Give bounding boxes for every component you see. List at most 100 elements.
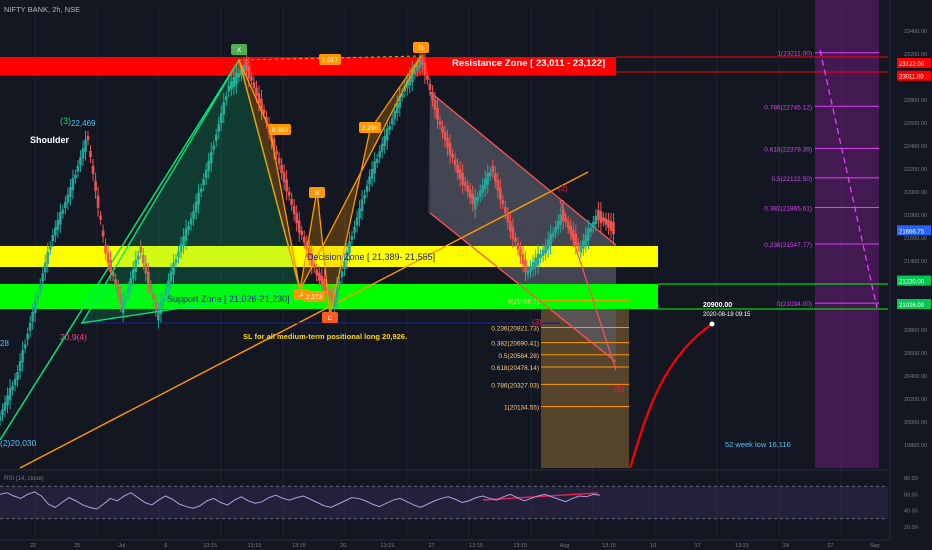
candle-body [59, 212, 62, 225]
candle-body [48, 245, 52, 250]
candle-body [89, 150, 92, 157]
candle-body [64, 202, 67, 209]
candle-body [428, 83, 432, 90]
fib-low-label: 1(20134.55) [504, 405, 539, 412]
candle-body [584, 234, 588, 245]
ratio-ab: 0.383 [272, 127, 289, 134]
candle-body [99, 215, 102, 220]
candle-body [18, 361, 22, 372]
time-tick: 17 [694, 543, 700, 549]
time-tick: 13:15 [248, 543, 262, 549]
candle-body [71, 178, 75, 191]
candle-body [534, 257, 537, 268]
rsi-tick: 40.00 [904, 509, 918, 515]
price-tick: 22000.00 [904, 190, 927, 196]
candle-body [483, 178, 487, 189]
candle-body [21, 350, 24, 363]
candle-body [443, 132, 447, 141]
candle-body [574, 233, 578, 246]
price-badge: 23122.00 [899, 62, 925, 68]
candle-body [566, 221, 570, 228]
candle-body [368, 176, 371, 185]
fib-low-label: 0.618(20478.14) [491, 365, 539, 372]
fib-low-label: 0.5(20584.28) [499, 353, 539, 360]
candle-body [287, 191, 291, 196]
candle-body [51, 235, 55, 241]
candle-body [458, 168, 462, 179]
price-badge: 21026.00 [899, 303, 925, 309]
sl-note: SL for all medium-term positional long 2… [243, 332, 407, 341]
point-c-label: C [328, 315, 333, 322]
candle-body [275, 150, 278, 155]
candle-body [101, 230, 105, 237]
candle-body [511, 227, 515, 240]
time-tick: 13:15 [203, 543, 217, 549]
candle-body [31, 311, 34, 322]
candle-body [370, 168, 374, 179]
time-tick: 13:15 [469, 543, 483, 549]
candle-body [496, 180, 500, 191]
candle-body [529, 266, 532, 273]
shoulder-label: Shoulder [30, 135, 69, 145]
candle-body [33, 301, 37, 313]
candle-body [486, 172, 490, 185]
candle-body [245, 60, 248, 71]
candle-body [360, 199, 364, 212]
candle-body [300, 231, 304, 236]
fib-right-label: 0.236(21547.77) [764, 242, 812, 249]
candle-body [526, 270, 530, 275]
candle-body [252, 82, 256, 89]
price-tick: 22800.00 [904, 98, 927, 104]
price-badge: 21666.75 [899, 229, 925, 235]
candle-body [26, 333, 29, 340]
candle-body [66, 194, 70, 203]
candle-body [302, 236, 306, 243]
candle-body [471, 193, 474, 204]
candle-body [433, 99, 437, 110]
candle-body [592, 221, 595, 228]
candle-body [81, 148, 85, 159]
candle-body [76, 165, 80, 172]
candle-body [61, 209, 65, 214]
price-chart[interactable]: 1(23211.00) 0.786(22745.12) 0.618(22379.39… [0, 0, 932, 550]
candle-body [488, 171, 492, 176]
fib-right-label: 1(23211.00) [777, 51, 812, 58]
ratio-bc: 2.298 [362, 125, 379, 132]
candle-body [43, 262, 47, 273]
candle-body [559, 214, 562, 225]
candle-body [390, 118, 394, 125]
candle-body [363, 194, 366, 199]
candle-body [582, 240, 585, 249]
candle-body [561, 209, 565, 221]
candle-body [607, 219, 610, 228]
candle-body [579, 246, 583, 253]
candle-body [295, 213, 298, 224]
candle-body [320, 275, 324, 286]
candle-body [446, 137, 449, 148]
candle-body [461, 172, 464, 185]
candle-body [91, 165, 95, 174]
target-value: 20900.00 [703, 302, 732, 309]
symbol-title: NIFTY BANK, 2h, NSE [4, 5, 80, 14]
candle-body [589, 227, 593, 232]
candle-body [96, 195, 100, 208]
candle-body [516, 243, 520, 250]
candle-body [104, 245, 107, 254]
candle-body [38, 284, 42, 291]
candle-body [564, 217, 568, 222]
price-tick: 21800.00 [904, 213, 927, 219]
time-tick: 13:15 [292, 543, 306, 549]
candle-body [539, 254, 542, 259]
candle-body [375, 158, 379, 163]
wave-3-top: (3) [60, 116, 71, 126]
candle-body [46, 251, 50, 264]
candle-body [290, 198, 293, 205]
candle-body [612, 222, 615, 235]
candle-body [56, 219, 60, 230]
week52-label: 52 week low 16,116 [725, 440, 791, 449]
time-tick: Sep [870, 543, 880, 549]
candle-body [571, 229, 575, 240]
time-tick: 20 [340, 543, 346, 549]
point-d-label: D [419, 45, 424, 52]
wave-1-label: (1) [458, 249, 468, 258]
